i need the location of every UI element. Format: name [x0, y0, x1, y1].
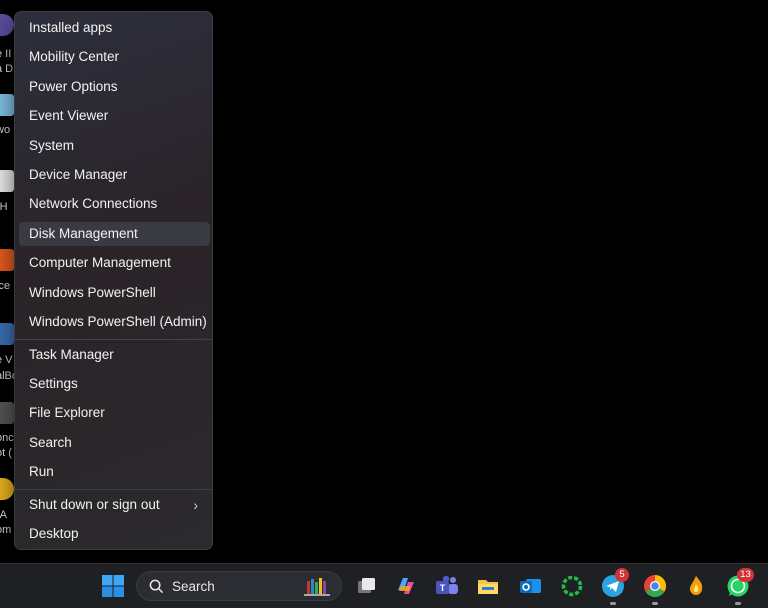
menu-item-mobility-center[interactable]: Mobility Center [19, 45, 210, 69]
flame-app-icon[interactable] [684, 574, 708, 598]
telegram-icon[interactable]: 5 [601, 568, 629, 598]
desktop-label: -H [0, 201, 8, 213]
menu-item-desktop[interactable]: Desktop [19, 522, 210, 546]
whatsapp-icon[interactable]: 13 [726, 568, 754, 598]
taskbar: Search T 5 13 [0, 563, 768, 608]
menu-separator [15, 339, 212, 340]
office-icon[interactable] [0, 249, 14, 271]
outlook-icon[interactable] [518, 574, 542, 598]
notification-badge: 5 [615, 568, 629, 582]
search-highlight-icon [303, 575, 333, 597]
menu-item-windows-powershell[interactable]: Windows PowerShell [19, 281, 210, 305]
windows-start-icon[interactable] [101, 574, 125, 598]
app-icon[interactable] [0, 14, 14, 36]
file-explorer-icon[interactable] [476, 574, 500, 598]
ring-app-icon[interactable] [560, 574, 584, 598]
terminal-icon[interactable] [0, 402, 14, 424]
search-label: Search [172, 579, 215, 594]
svg-text:T: T [440, 583, 446, 593]
calendar-icon[interactable] [0, 170, 14, 192]
virtualbox-icon[interactable] [0, 323, 14, 345]
desktop-label: e II [0, 48, 12, 60]
menu-item-label: Shut down or sign out [29, 497, 160, 512]
running-indicator [610, 602, 616, 605]
chevron-right-icon: › [193, 497, 198, 513]
desktop-label: (A [0, 509, 7, 521]
menu-item-computer-management[interactable]: Computer Management [19, 251, 210, 275]
menu-item-event-viewer[interactable]: Event Viewer [19, 104, 210, 128]
notification-badge: 13 [737, 568, 754, 582]
chrome-icon[interactable] [643, 574, 667, 598]
menu-item-run[interactable]: Run [19, 460, 210, 484]
desktop-label: a D [0, 63, 14, 75]
menu-item-power-options[interactable]: Power Options [19, 75, 210, 99]
notepad-icon[interactable] [0, 94, 14, 116]
running-indicator [735, 602, 741, 605]
menu-item-disk-management[interactable]: Disk Management [19, 222, 210, 246]
app-icon[interactable] [0, 478, 14, 500]
menu-item-windows-powershell-admin[interactable]: Windows PowerShell (Admin) [19, 310, 210, 334]
menu-item-system[interactable]: System [19, 134, 210, 158]
menu-item-network-connections[interactable]: Network Connections [19, 192, 210, 216]
menu-separator [15, 489, 212, 490]
menu-item-device-manager[interactable]: Device Manager [19, 163, 210, 187]
running-indicator [652, 602, 658, 605]
menu-item-installed-apps[interactable]: Installed apps [19, 16, 210, 40]
menu-item-shut-down[interactable]: Shut down or sign out › [19, 493, 210, 517]
teams-icon[interactable]: T [435, 574, 459, 598]
desktop-label: ice [0, 280, 11, 292]
task-view-icon[interactable] [355, 574, 379, 598]
search-icon [149, 579, 164, 594]
desktop-label: wo [0, 124, 11, 136]
menu-item-file-explorer[interactable]: File Explorer [19, 401, 210, 425]
desktop-label: e V [0, 354, 13, 366]
desktop-label: onc [0, 432, 14, 444]
taskbar-search-box[interactable]: Search [136, 571, 342, 601]
menu-item-settings[interactable]: Settings [19, 372, 210, 396]
menu-item-search[interactable]: Search [19, 431, 210, 455]
desktop-label: ot ( [0, 447, 12, 459]
menu-item-task-manager[interactable]: Task Manager [19, 343, 210, 367]
copilot-icon[interactable] [394, 574, 418, 598]
power-user-menu: Installed apps Mobility Center Power Opt… [14, 11, 213, 550]
desktop-label: om [0, 524, 12, 536]
